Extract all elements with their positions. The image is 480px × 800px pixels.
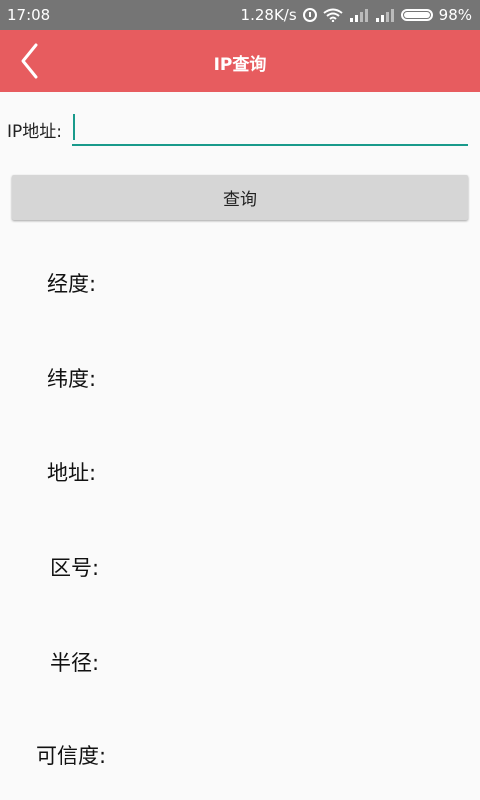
status-bar: 17:08 1.28K/s 98%	[0, 0, 480, 30]
status-icons: 1.28K/s 98%	[241, 6, 472, 24]
query-button[interactable]: 查询	[12, 175, 468, 220]
wifi-icon	[323, 8, 343, 22]
confidence-label: 可信度:	[36, 744, 107, 768]
ip-address-field[interactable]	[72, 108, 468, 146]
network-speed: 1.28K/s	[240, 6, 297, 24]
latitude-label: 纬度:	[47, 367, 97, 391]
address-label: 地址:	[47, 461, 97, 485]
ip-address-label: IP地址:	[7, 122, 62, 142]
signal-icon	[349, 9, 368, 22]
alarm-icon	[302, 8, 317, 22]
radius-label: 半径:	[50, 651, 100, 675]
longitude-label: 经度:	[47, 272, 97, 296]
battery-icon	[400, 9, 433, 21]
page-title: IP查询	[213, 55, 267, 75]
battery-level: 98%	[438, 6, 472, 24]
app-bar: IP查询	[0, 30, 480, 92]
ip-address-input[interactable]	[72, 108, 468, 144]
area-code-label: 区号:	[50, 556, 100, 580]
status-time: 17:08	[7, 6, 51, 24]
text-caret	[73, 114, 75, 140]
signal-icon	[375, 9, 394, 22]
